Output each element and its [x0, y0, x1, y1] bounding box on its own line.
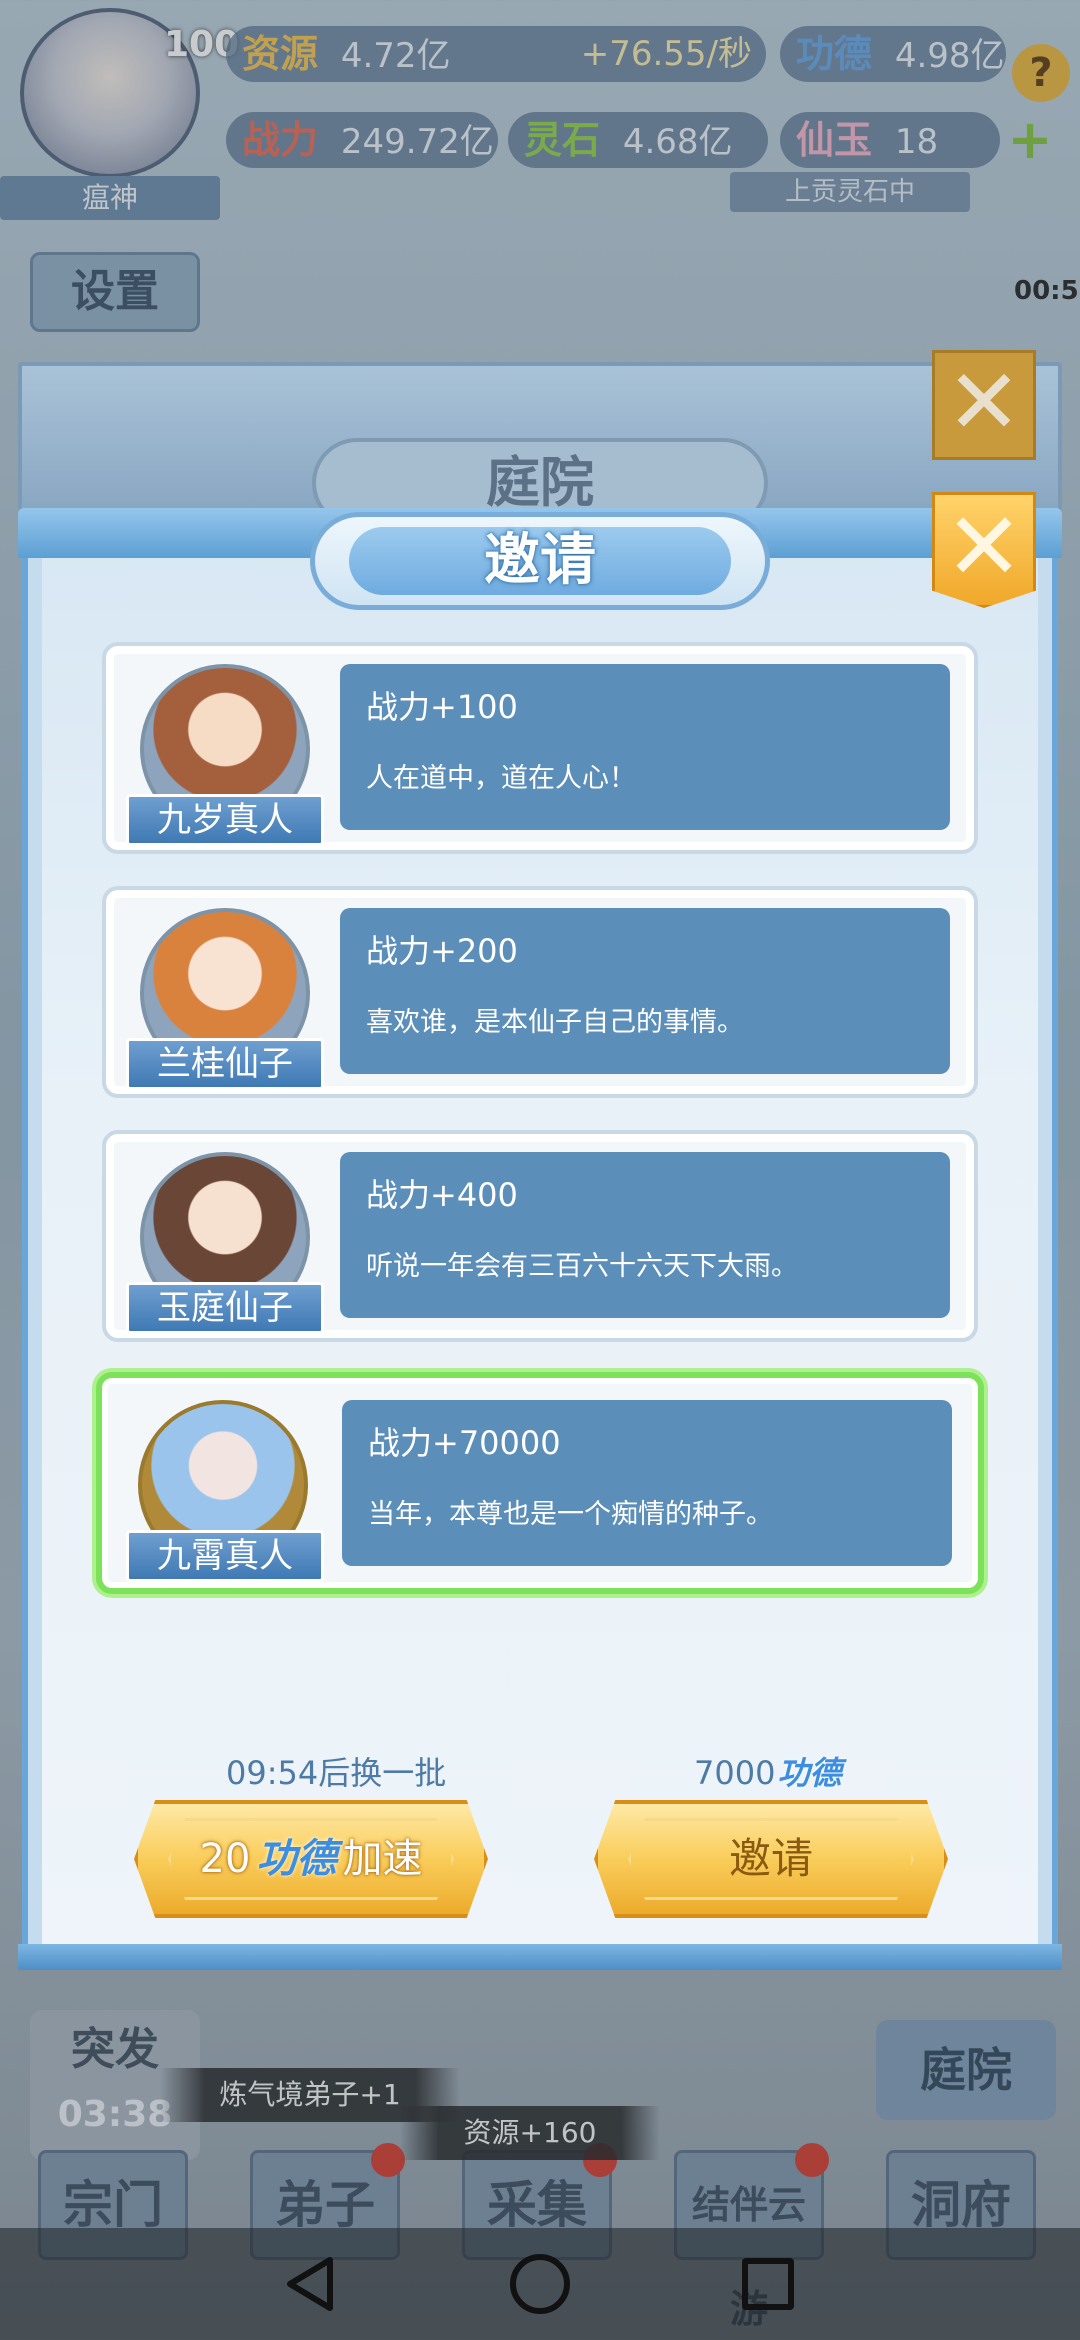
candidate-name: 玉庭仙子 — [126, 1282, 324, 1334]
candidate-info: 战力+400 听说一年会有三百六十六天下大雨。 — [340, 1152, 950, 1318]
dialog-bottom-band — [18, 1944, 1062, 1970]
speedup-button[interactable]: 20 功德 加速 — [134, 1800, 488, 1918]
dialog-title-plate: 邀请 — [310, 512, 770, 610]
recent-square-icon[interactable] — [742, 2258, 794, 2310]
home-circle-icon[interactable] — [510, 2254, 570, 2314]
invite-button[interactable]: 邀请 — [594, 1800, 948, 1918]
refresh-countdown: 09:54后换一批 — [226, 1754, 447, 1792]
candidate-name: 九霄真人 — [126, 1530, 324, 1582]
close-icon[interactable]: ✕ — [932, 492, 1036, 608]
candidate-quote: 人在道中，道在人心！ — [366, 763, 636, 794]
system-nav-bar — [0, 2228, 1080, 2340]
speedup-amount: 20 — [199, 1836, 251, 1882]
candidate-name: 兰桂仙子 — [126, 1038, 324, 1090]
invite-button-label: 邀请 — [728, 1834, 813, 1883]
candidate-quote: 听说一年会有三百六十六天下大雨。 — [366, 1251, 798, 1282]
candidate-name: 九岁真人 — [126, 794, 324, 846]
candidate-power: 战力+400 — [366, 1176, 518, 1214]
candidate-power: 战力+200 — [366, 932, 518, 970]
back-dialog-close-icon[interactable]: ✕ — [932, 350, 1036, 460]
speedup-button-label: 20 功德 加速 — [138, 1804, 484, 1914]
back-triangle-icon[interactable] — [282, 2254, 342, 2314]
merit-icon: 功德 — [256, 1836, 337, 1882]
merit-icon: 功德 — [777, 1754, 842, 1792]
candidate-card[interactable]: 九岁真人 战力+100 人在道中，道在人心！ — [102, 642, 978, 854]
candidate-info: 战力+200 喜欢谁，是本仙子自己的事情。 — [340, 908, 950, 1074]
invite-cost-value: 7000 — [694, 1754, 776, 1792]
candidate-power: 战力+100 — [366, 688, 518, 726]
speedup-label: 加速 — [342, 1836, 423, 1882]
candidate-quote: 喜欢谁，是本仙子自己的事情。 — [366, 1007, 744, 1038]
candidate-card[interactable]: 玉庭仙子 战力+400 听说一年会有三百六十六天下大雨。 — [102, 1130, 978, 1342]
candidate-info: 战力+100 人在道中，道在人心！ — [340, 664, 950, 830]
candidate-info: 战力+70000 当年，本尊也是一个痴情的种子。 — [342, 1400, 952, 1566]
dialog-title: 邀请 — [349, 527, 731, 595]
candidate-card-selected[interactable]: 九霄真人 战力+70000 当年，本尊也是一个痴情的种子。 — [96, 1372, 984, 1594]
candidate-quote: 当年，本尊也是一个痴情的种子。 — [368, 1499, 773, 1530]
invite-cost: 7000功德 — [694, 1748, 841, 1794]
candidate-power: 战力+70000 — [368, 1424, 561, 1462]
candidate-card[interactable]: 兰桂仙子 战力+200 喜欢谁，是本仙子自己的事情。 — [102, 886, 978, 1098]
